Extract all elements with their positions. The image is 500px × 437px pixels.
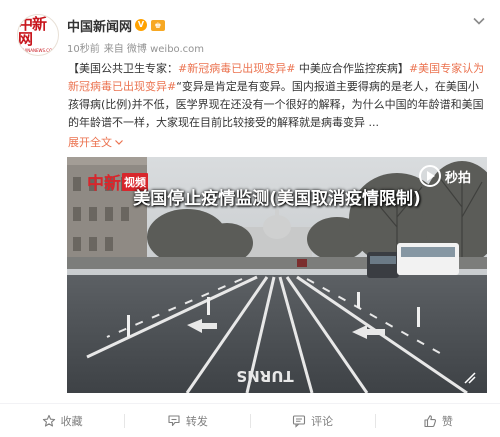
comment-label: 评论 (311, 414, 334, 428)
expand-icon[interactable] (463, 371, 477, 385)
post-source[interactable]: 来自 微博 weibo.com (104, 40, 204, 55)
avatar-logo-text: 中新网 (18, 15, 47, 48)
avatar-logo-subtext: CHINANEWS.COM (20, 48, 56, 53)
author-row: 中国新闻网 V ♚ (67, 16, 166, 35)
play-icon[interactable] (418, 165, 441, 187)
author-name[interactable]: 中国新闻网 (67, 16, 132, 35)
chevron-down-icon[interactable] (472, 14, 486, 28)
favorite-label: 收藏 (60, 414, 83, 428)
text-segment: 中美应合作监控疾病】 (295, 62, 409, 75)
video-player[interactable]: TURNS 中新 视频 秒拍 美国停止疫情监测(美国取消疫情限制) (67, 157, 487, 393)
thumbs-up-icon (424, 414, 436, 427)
weibo-post-card: 中新网 CHINANEWS.COM 中国新闻网 V ♚ 10秒前 来自 微博 w… (0, 0, 500, 437)
favorite-button[interactable]: 收藏 (0, 404, 124, 437)
level-badge-icon[interactable]: ♚ (151, 19, 166, 31)
chevron-down-icon (115, 139, 123, 145)
text-segment: 【美国公共卫生专家： (68, 62, 178, 75)
post-time[interactable]: 10秒前 (67, 40, 100, 55)
expand-full-text-link[interactable]: 展开全文 (68, 134, 123, 150)
avatar[interactable]: 中新网 CHINANEWS.COM (17, 14, 59, 56)
post-text: 【美国公共卫生专家：#新冠病毒已出现变异# 中美应合作监控疾病】#美国专家认为新… (68, 60, 488, 132)
post-meta: 10秒前 来自 微博 weibo.com (67, 40, 204, 55)
comment-button[interactable]: 评论 (251, 404, 375, 437)
hashtag-link[interactable]: #新冠病毒已出现变异# (178, 62, 295, 75)
repost-label: 转发 (185, 414, 208, 428)
star-icon (42, 414, 55, 427)
comment-icon (293, 414, 306, 428)
video-brand: 秒拍 (418, 165, 471, 187)
video-title: 美国停止疫情监测(美国取消疫情限制) (133, 189, 421, 209)
repost-icon (168, 414, 180, 426)
like-button[interactable]: 赞 (376, 404, 500, 437)
expand-label: 展开全文 (68, 136, 112, 149)
road-marking-text: TURNS (236, 367, 293, 385)
action-bar: 收藏 转发 评论 赞 (0, 404, 500, 437)
like-label: 赞 (441, 414, 453, 428)
brand-label: 秒拍 (444, 170, 471, 186)
verified-v-icon[interactable]: V (135, 19, 148, 31)
repost-button[interactable]: 转发 (125, 404, 249, 437)
